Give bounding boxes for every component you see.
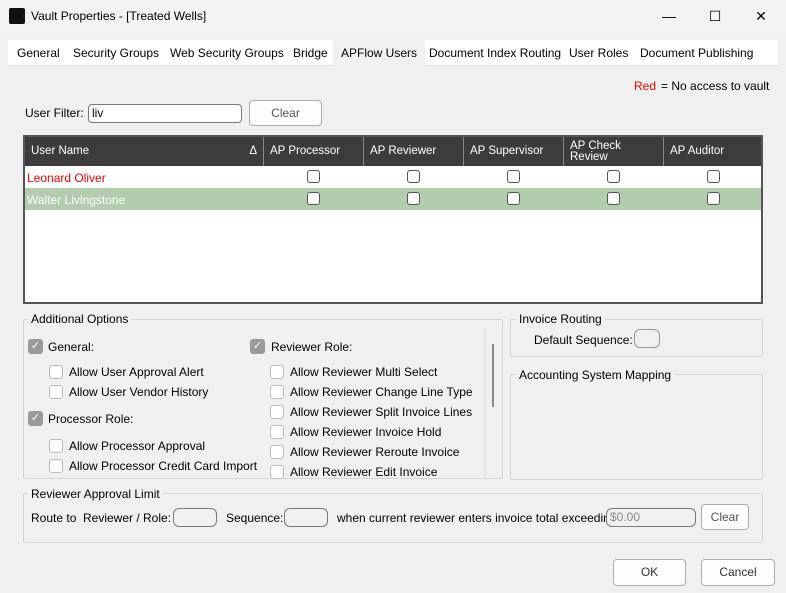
column-label: User Name [31,145,90,157]
column-ap-processor[interactable]: AP Processor [263,137,363,166]
allow-processor-credit-card-import-label: Allow Processor Credit Card Import [69,459,258,473]
allow-user-vendor-history-checkbox[interactable] [49,385,63,399]
reviewer-option-label: Allow Reviewer Edit Invoice [290,465,438,479]
legend-text: = No access to vault [661,79,770,93]
tab-security-groups[interactable]: Security Groups [65,40,167,66]
reviewer-option-label: Allow Reviewer Change Line Type [290,385,473,399]
table-row[interactable]: Leonard Oliver [25,166,761,188]
ap-reviewer-checkbox[interactable] [407,192,420,205]
users-grid: User Name Δ AP Processor AP Reviewer AP S… [23,135,763,304]
minimize-button[interactable]: — [646,0,692,32]
ap-auditor-checkbox[interactable] [707,170,720,183]
tab-general[interactable]: General [9,40,68,66]
amount-input[interactable]: $0.00 [606,508,696,527]
allow-user-approval-alert-checkbox[interactable] [49,365,63,379]
filter-clear-button[interactable]: Clear [249,100,322,126]
processor-role-checkbox[interactable]: ✓ [28,411,43,426]
table-row[interactable]: Walter Livingstone [25,188,761,210]
reviewer-option-label: Allow Reviewer Split Invoice Lines [290,405,473,419]
title-bar: Vault Properties - [Treated Wells] — ☐ ✕ [0,0,786,32]
ap-check-review-checkbox[interactable] [607,170,620,183]
allow-processor-approval-label: Allow Processor Approval [69,439,206,453]
reviewer-option-checkbox[interactable] [270,465,284,479]
allow-user-approval-alert-label: Allow User Approval Alert [69,365,204,379]
user-name-cell: Walter Livingstone [27,193,126,207]
general-checkbox[interactable]: ✓ [28,339,43,354]
reviewer-option-checkbox[interactable] [270,365,284,379]
reviewer-option-checkbox[interactable] [270,425,284,439]
reviewer-option-label: Allow Reviewer Reroute Invoice [290,445,460,459]
user-filter-label: User Filter: [25,106,84,120]
ap-auditor-checkbox[interactable] [707,192,720,205]
user-filter-input[interactable]: liv [88,104,242,123]
ap-supervisor-checkbox[interactable] [507,192,520,205]
grid-header: User Name Δ AP Processor AP Reviewer AP S… [25,137,761,166]
user-name-cell: Leonard Oliver [27,171,106,185]
tab-user-roles[interactable]: User Roles [561,40,636,66]
reviewer-option-checkbox[interactable] [270,405,284,419]
sequence-input[interactable] [284,508,328,527]
scrollbar-thumb[interactable] [492,344,494,407]
exceeding-label: when current reviewer enters invoice tot… [337,511,620,525]
default-sequence-label: Default Sequence: [534,333,633,347]
tab-bridge[interactable]: Bridge [285,40,336,66]
ok-button[interactable]: OK [613,559,686,586]
allow-processor-approval-checkbox[interactable] [49,439,63,453]
default-sequence-input[interactable] [634,329,660,348]
processor-role-label: Processor Role: [48,412,134,426]
cancel-button[interactable]: Cancel [701,559,775,586]
ap-processor-checkbox[interactable] [307,192,320,205]
reviewer-approval-limit-title: Reviewer Approval Limit [28,487,163,501]
ap-reviewer-checkbox[interactable] [407,170,420,183]
invoice-routing-title: Invoice Routing [516,312,605,326]
legend-red-label: Red [634,79,657,93]
additional-options-title: Additional Options [28,312,132,326]
reviewer-option-label: Allow Reviewer Invoice Hold [290,425,442,439]
reviewer-option-checkbox[interactable] [270,445,284,459]
tab-strip: General Security Groups Web Security Gro… [8,40,778,66]
maximize-button[interactable]: ☐ [692,0,738,32]
reviewer-role-label: Reviewer / Role: [83,511,172,525]
tab-document-index-routing[interactable]: Document Index Routing [421,40,569,66]
column-ap-check-review[interactable]: AP Check Review [563,137,663,166]
accounting-mapping-group [510,374,763,480]
column-ap-auditor[interactable]: AP Auditor [663,137,761,166]
column-ap-reviewer[interactable]: AP Reviewer [363,137,463,166]
approval-clear-button[interactable]: Clear [701,504,749,530]
column-ap-supervisor[interactable]: AP Supervisor [463,137,563,166]
tab-web-security-groups[interactable]: Web Security Groups [162,40,292,66]
ap-processor-checkbox[interactable] [307,170,320,183]
sort-ascending-icon: Δ [249,145,257,157]
allow-user-vendor-history-label: Allow User Vendor History [69,385,209,399]
window-title: Vault Properties - [Treated Wells] [31,9,207,23]
column-user-name[interactable]: User Name Δ [25,137,263,166]
allow-processor-credit-card-import-checkbox[interactable] [49,459,63,473]
tab-document-publishing[interactable]: Document Publishing [632,40,761,66]
tab-apflow-users[interactable]: APFlow Users [333,40,426,66]
divider [484,328,485,478]
reviewer-role-input[interactable] [173,508,217,527]
reviewer-role-checkbox[interactable]: ✓ [250,339,265,354]
route-to-label: Route to [31,511,77,525]
sequence-label: Sequence: [226,511,284,525]
reviewer-role-label: Reviewer Role: [271,340,353,354]
accounting-mapping-title: Accounting System Mapping [516,368,675,382]
reviewer-option-label: Allow Reviewer Multi Select [290,365,438,379]
reviewer-option-checkbox[interactable] [270,385,284,399]
app-logo-icon [9,8,25,24]
ap-supervisor-checkbox[interactable] [507,170,520,183]
general-label: General: [48,340,95,354]
ap-check-review-checkbox[interactable] [607,192,620,205]
close-button[interactable]: ✕ [738,0,784,32]
